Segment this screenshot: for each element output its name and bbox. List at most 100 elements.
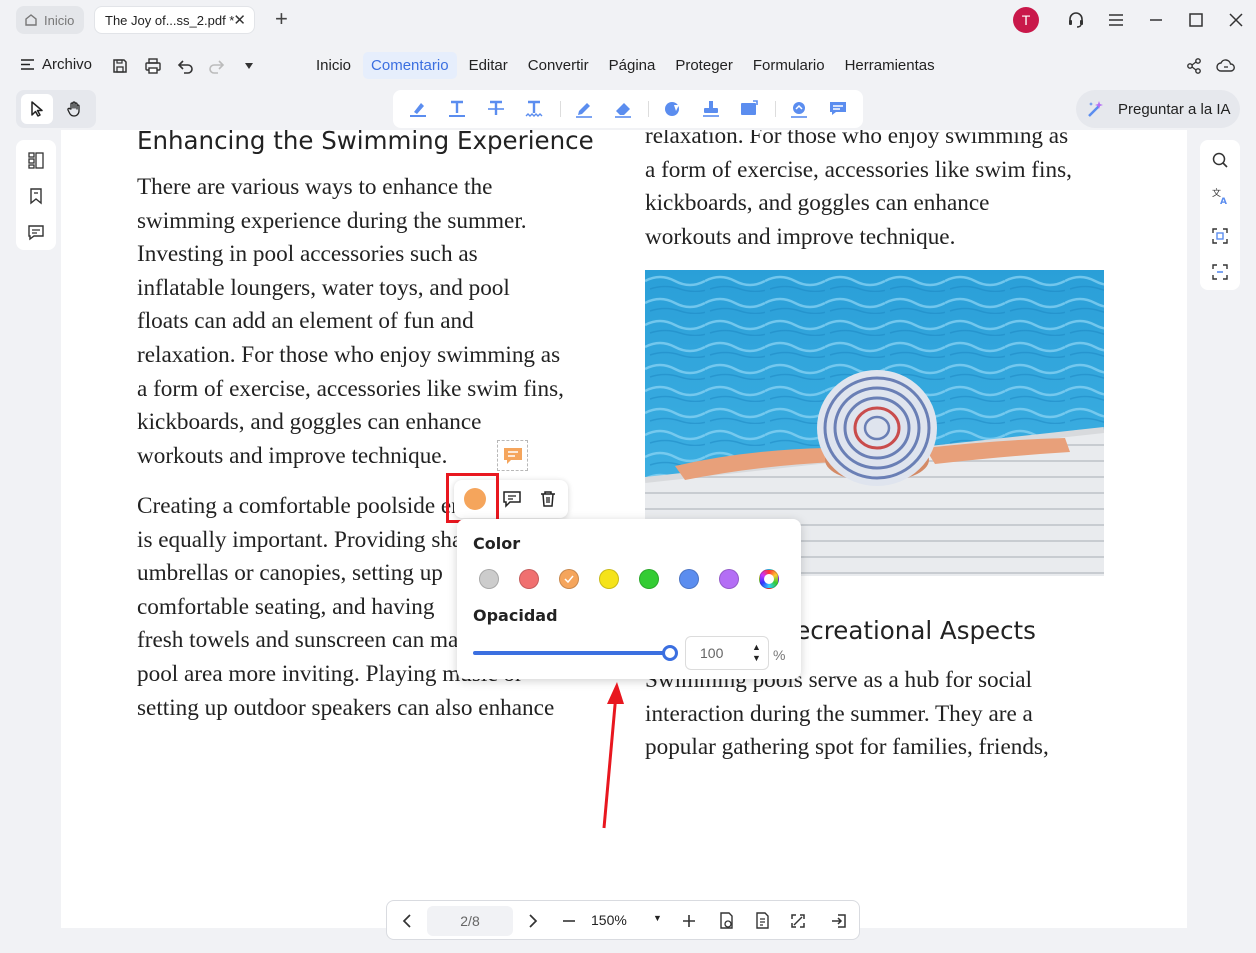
search-icon[interactable] [1210, 150, 1230, 170]
eraser-icon[interactable] [609, 95, 636, 123]
new-tab-icon[interactable]: + [275, 8, 288, 30]
text-line: inflatable loungers, water toys, and poo… [137, 274, 510, 301]
ai-sparkle-icon [1088, 101, 1103, 117]
home-icon [25, 14, 37, 26]
custom-color-swatch[interactable] [759, 569, 779, 589]
bookmark-icon[interactable] [26, 186, 46, 206]
support-headset-icon[interactable] [1066, 10, 1086, 30]
text-line: setting up outdoor speakers can also enh… [137, 694, 555, 721]
toolbar-divider [559, 101, 561, 117]
text-line: kickboards, and goggles can enhance [137, 409, 482, 436]
maximize-icon[interactable] [1186, 10, 1206, 30]
sticky-note-icon[interactable] [824, 95, 851, 123]
hamburger-icon [21, 59, 34, 70]
tab-inicio[interactable]: Inicio [308, 52, 359, 79]
color-popup: Color Opacidad 100 ▲ ▼ % [457, 519, 801, 679]
right-paragraph-2: Swimming pools serve as a hub for social… [645, 664, 1049, 765]
tab-proteger[interactable]: Proteger [667, 52, 741, 79]
zoom-in-icon[interactable] [679, 911, 699, 931]
right-sidebar: 文A [1200, 140, 1240, 290]
toolbar-divider [647, 101, 649, 117]
swatch-gray[interactable] [479, 569, 499, 589]
hand-tool-button[interactable] [59, 94, 91, 124]
zoom-out-icon[interactable] [559, 911, 579, 931]
shape-icon[interactable] [659, 95, 686, 123]
opacity-slider-thumb[interactable] [662, 645, 678, 661]
quick-access-dropdown-icon[interactable] [239, 56, 259, 76]
zoom-dropdown-icon[interactable]: ▼ [653, 913, 662, 923]
ask-ai-label: Preguntar a la IA [1118, 100, 1231, 118]
undo-icon[interactable] [175, 56, 195, 76]
swatch-purple[interactable] [719, 569, 739, 589]
swatch-blue[interactable] [679, 569, 699, 589]
previous-page-icon[interactable] [397, 911, 417, 931]
close-tab-icon[interactable]: ✕ [233, 11, 246, 29]
highlight-icon[interactable] [405, 95, 432, 123]
next-page-icon[interactable] [523, 911, 543, 931]
tab-editar[interactable]: Editar [461, 52, 516, 79]
squiggly-underline-icon[interactable] [521, 95, 548, 123]
tab-home[interactable]: Inicio [16, 6, 84, 34]
signature-icon[interactable] [786, 95, 813, 123]
menu-icon[interactable] [1106, 10, 1126, 30]
pencil-icon[interactable] [571, 95, 598, 123]
tab-home-label: Inicio [44, 12, 75, 28]
redo-icon[interactable] [207, 56, 227, 76]
page-layout-icon[interactable] [753, 911, 773, 931]
zoom-level[interactable]: 150% [591, 912, 627, 928]
comments-panel-icon[interactable] [26, 222, 46, 242]
tab-convertir[interactable]: Convertir [520, 52, 597, 79]
text-line: popular gathering spot for families, fri… [645, 734, 1049, 761]
sticky-note-annotation[interactable] [497, 440, 528, 471]
strikethrough-icon[interactable] [482, 95, 509, 123]
file-menu-label: Archivo [42, 56, 93, 73]
tab-formulario[interactable]: Formulario [745, 52, 833, 79]
tab-document[interactable]: The Joy of...ss_2.pdf * ✕ [94, 6, 255, 34]
text-line: kickboards, and goggles can enhance [645, 190, 990, 217]
save-icon[interactable] [110, 56, 130, 76]
opacity-slider-track[interactable] [473, 651, 670, 655]
page-view-icon[interactable] [717, 911, 737, 931]
close-window-icon[interactable] [1226, 10, 1246, 30]
thumbnails-icon[interactable] [26, 150, 46, 170]
text-line: relaxation. For those who enjoy swimming… [137, 341, 561, 368]
title-bar: Inicio The Joy of...ss_2.pdf * ✕ + T [0, 0, 1256, 40]
file-menu-button[interactable]: Archivo [20, 56, 92, 73]
avatar[interactable]: T [1013, 7, 1039, 33]
interaction-mode-group [16, 90, 96, 128]
swatch-yellow[interactable] [599, 569, 619, 589]
trash-icon[interactable] [538, 489, 558, 509]
tab-herramientas[interactable]: Herramientas [837, 52, 943, 79]
screenshot-icon[interactable] [1210, 262, 1230, 282]
translate-icon[interactable]: 文A [1210, 186, 1230, 206]
swatch-green[interactable] [639, 569, 659, 589]
highlight-frame [446, 473, 499, 523]
exit-fullscreen-icon[interactable] [829, 911, 849, 931]
text-line: relaxation. For those who enjoy swimming… [645, 130, 1069, 149]
cloud-icon[interactable] [1216, 56, 1236, 76]
text-line: a form of exercise, accessories like swi… [137, 375, 564, 402]
stamp-icon[interactable] [698, 95, 725, 123]
share-icon[interactable] [1184, 56, 1204, 76]
comment-tools-toolbar [393, 90, 863, 128]
opacity-unit: % [773, 647, 786, 663]
tab-comentario[interactable]: Comentario [363, 52, 457, 79]
minimize-icon[interactable] [1146, 10, 1166, 30]
ribbon-tabs: Inicio Comentario Editar Convertir Págin… [308, 52, 947, 79]
ocr-icon[interactable] [1210, 226, 1230, 246]
select-tool-button[interactable] [21, 94, 53, 124]
opacity-stepper-icon[interactable]: ▲ ▼ [752, 642, 761, 664]
swatch-red[interactable] [519, 569, 539, 589]
print-icon[interactable] [143, 56, 163, 76]
tab-pagina[interactable]: Página [601, 52, 664, 79]
page-number-input[interactable]: 2/8 [427, 906, 513, 936]
image-annotation-icon[interactable] [736, 95, 763, 123]
text-line: workouts and improve technique. [645, 223, 956, 250]
text-underline-icon[interactable] [444, 95, 471, 123]
swatch-orange-selected[interactable] [559, 569, 579, 589]
comment-icon[interactable] [502, 489, 522, 509]
checkmark-icon [564, 575, 574, 583]
fit-screen-icon[interactable] [788, 911, 808, 931]
ask-ai-button[interactable]: Preguntar a la IA [1076, 90, 1240, 128]
opacity-input[interactable]: 100 ▲ ▼ [685, 636, 769, 670]
